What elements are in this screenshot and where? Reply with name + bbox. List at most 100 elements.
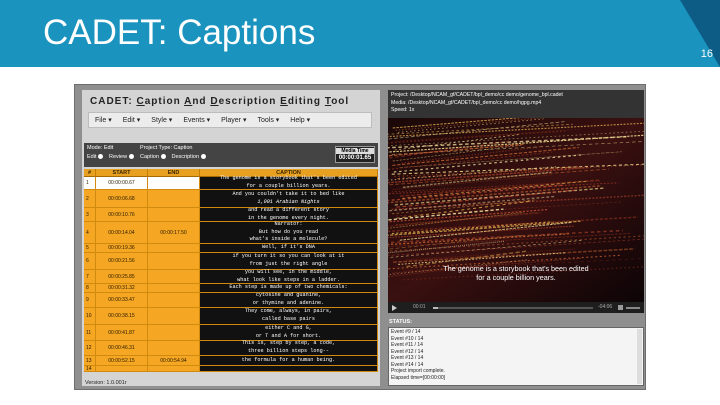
- row-caption[interactable]: if you turn it so you can look at it from…: [200, 253, 378, 269]
- col-start: START: [96, 169, 148, 176]
- volume-slider[interactable]: [626, 307, 640, 309]
- row-start[interactable]: 00:00:31.32: [96, 284, 148, 292]
- row-end[interactable]: [148, 366, 200, 371]
- table-row[interactable]: 8 00:00:31.32 Each step is made up of two …: [84, 284, 378, 293]
- row-start[interactable]: 00:00:00.67: [96, 177, 148, 189]
- caption-line: and read a different story: [248, 206, 329, 213]
- row-end[interactable]: [148, 190, 200, 207]
- edit-radio[interactable]: [98, 154, 104, 160]
- table-row[interactable]: 10 00:00:38.15 They come, always, in pairs…: [84, 308, 378, 325]
- menu-player[interactable]: Player ▾: [221, 116, 246, 124]
- row-number[interactable]: 10: [84, 308, 96, 324]
- table-row[interactable]: 3 00:00:10.76 and read a different story in…: [84, 206, 378, 222]
- caption-line: three billion steps long--: [248, 348, 329, 354]
- row-caption[interactable]: This is, step by step, a code, three bill…: [200, 340, 378, 355]
- video-subtitles: The genome is a storybook that's been ed…: [388, 264, 644, 282]
- menu-help[interactable]: Help ▾: [290, 116, 310, 124]
- row-start[interactable]: 00:00:41.87: [96, 325, 148, 340]
- row-caption[interactable]: and read a different story in the genome …: [200, 206, 378, 221]
- row-caption[interactable]: Well, if it's DNA: [200, 244, 378, 252]
- menu-tools[interactable]: Tools ▾: [257, 116, 279, 124]
- slide-header: CADET: Captions 16: [0, 0, 720, 67]
- row-end[interactable]: [148, 293, 200, 307]
- table-row[interactable]: 5 00:00:19.36 Well, if it's DNA: [84, 244, 378, 253]
- row-end[interactable]: [148, 270, 200, 283]
- row-start[interactable]: 00:00:38.15: [96, 308, 148, 324]
- row-start[interactable]: 00:00:06.68: [96, 190, 148, 207]
- row-start[interactable]: 00:00:19.36: [96, 244, 148, 252]
- row-start[interactable]: 00:00:14.04: [96, 222, 148, 243]
- app-title: CADET: Caption And Description Editing T…: [90, 96, 349, 107]
- caption-line: called base pairs: [262, 316, 315, 322]
- description-radio[interactable]: [201, 154, 207, 160]
- table-row[interactable]: 6 00:00:21.56 if you turn it so you can lo…: [84, 253, 378, 270]
- row-caption[interactable]: Each step is made up of two chemicals:: [200, 284, 378, 292]
- menu-events[interactable]: Events ▾: [183, 116, 210, 124]
- table-row[interactable]: 1 00:00:00.67 The genome is a storybook th…: [84, 175, 378, 190]
- row-caption[interactable]: [200, 366, 378, 371]
- row-number[interactable]: 3: [84, 208, 96, 221]
- row-number[interactable]: 14: [84, 366, 96, 372]
- row-start[interactable]: 00:00:21.56: [96, 253, 148, 269]
- row-end[interactable]: [148, 177, 200, 189]
- row-number[interactable]: 8: [84, 284, 96, 292]
- mode-radios: Edit Review: [87, 154, 135, 160]
- status-scrollbar[interactable]: [637, 329, 642, 384]
- row-start[interactable]: [96, 366, 148, 371]
- table-row[interactable]: 14: [84, 366, 378, 372]
- table-row[interactable]: 12 00:00:46.31 This is, step by step, a co…: [84, 340, 378, 356]
- app-title-part: C: [136, 96, 145, 107]
- row-end[interactable]: [148, 208, 200, 221]
- row-number[interactable]: 6: [84, 253, 96, 269]
- review-radio[interactable]: [129, 154, 135, 160]
- caption-radio[interactable]: [160, 154, 166, 160]
- row-end[interactable]: 00:00:17.50: [148, 222, 200, 243]
- row-start[interactable]: 00:00:25.85: [96, 270, 148, 283]
- row-end[interactable]: [148, 341, 200, 355]
- row-end[interactable]: [148, 253, 200, 269]
- table-row[interactable]: 4 00:00:14.04 00:00:17.50 Narrator: But how …: [84, 221, 378, 244]
- row-number[interactable]: 7: [84, 270, 96, 283]
- row-end[interactable]: 00:00:54.94: [148, 356, 200, 365]
- scrub-bar[interactable]: [433, 307, 593, 309]
- table-row[interactable]: 9 00:00:33.47 cytosine and guanine, or thym…: [84, 292, 378, 308]
- row-start[interactable]: 00:00:46.31: [96, 341, 148, 355]
- row-caption[interactable]: And you couldn't take it to bed like 1,00…: [200, 190, 378, 207]
- row-number[interactable]: 2: [84, 190, 96, 207]
- menu-style[interactable]: Style ▾: [151, 116, 172, 124]
- volume-icon[interactable]: [618, 305, 623, 310]
- media-panel: Project: /Desktop/NCAM_gf/CADET/bpl_demo…: [388, 90, 644, 386]
- row-end[interactable]: [148, 308, 200, 324]
- status-line: Elapsed time=[00:00:00]: [391, 374, 446, 381]
- row-number[interactable]: 1: [84, 177, 96, 189]
- row-number[interactable]: 12: [84, 341, 96, 355]
- row-start[interactable]: 00:00:33.47: [96, 293, 148, 307]
- row-end[interactable]: [148, 284, 200, 292]
- row-start[interactable]: 00:00:10.76: [96, 208, 148, 221]
- menu-edit[interactable]: Edit ▾: [123, 116, 141, 124]
- row-start[interactable]: 00:00:52.15: [96, 356, 148, 365]
- row-caption[interactable]: you will see, in the middle, what look li…: [200, 269, 378, 283]
- row-caption[interactable]: Narrator: But how do you read what's insid…: [200, 221, 378, 243]
- row-caption[interactable]: They come, always, in pairs, called base …: [200, 308, 378, 324]
- row-caption[interactable]: the formula for a human being.: [200, 356, 378, 365]
- table-row[interactable]: 7 00:00:25.85 you will see, in the middle,…: [84, 269, 378, 284]
- play-icon[interactable]: [392, 305, 397, 311]
- menu-file[interactable]: File ▾: [95, 116, 112, 124]
- row-end[interactable]: [148, 244, 200, 252]
- table-row[interactable]: 13 00:00:52.15 00:00:54.94 the formula for …: [84, 356, 378, 366]
- subtitle-line-2: for a couple billion years.: [476, 273, 556, 282]
- row-caption[interactable]: The genome is a storybook that's been ed…: [200, 175, 378, 189]
- row-caption[interactable]: cytosine and guanine, or thymine and aden…: [200, 292, 378, 307]
- row-number[interactable]: 13: [84, 356, 96, 365]
- row-caption[interactable]: either C and G, or T and A for short.: [200, 325, 378, 340]
- description-radio-label: Description: [171, 154, 200, 160]
- row-number[interactable]: 5: [84, 244, 96, 252]
- row-end[interactable]: [148, 325, 200, 340]
- row-number[interactable]: 4: [84, 222, 96, 243]
- table-row[interactable]: 2 00:00:06.68 And you couldn't take it to …: [84, 190, 378, 208]
- row-number[interactable]: 11: [84, 325, 96, 340]
- video-player[interactable]: The genome is a storybook that's been ed…: [388, 118, 644, 302]
- row-number[interactable]: 9: [84, 293, 96, 307]
- table-row[interactable]: 11 00:00:41.87 either C and G, or T and A f…: [84, 325, 378, 341]
